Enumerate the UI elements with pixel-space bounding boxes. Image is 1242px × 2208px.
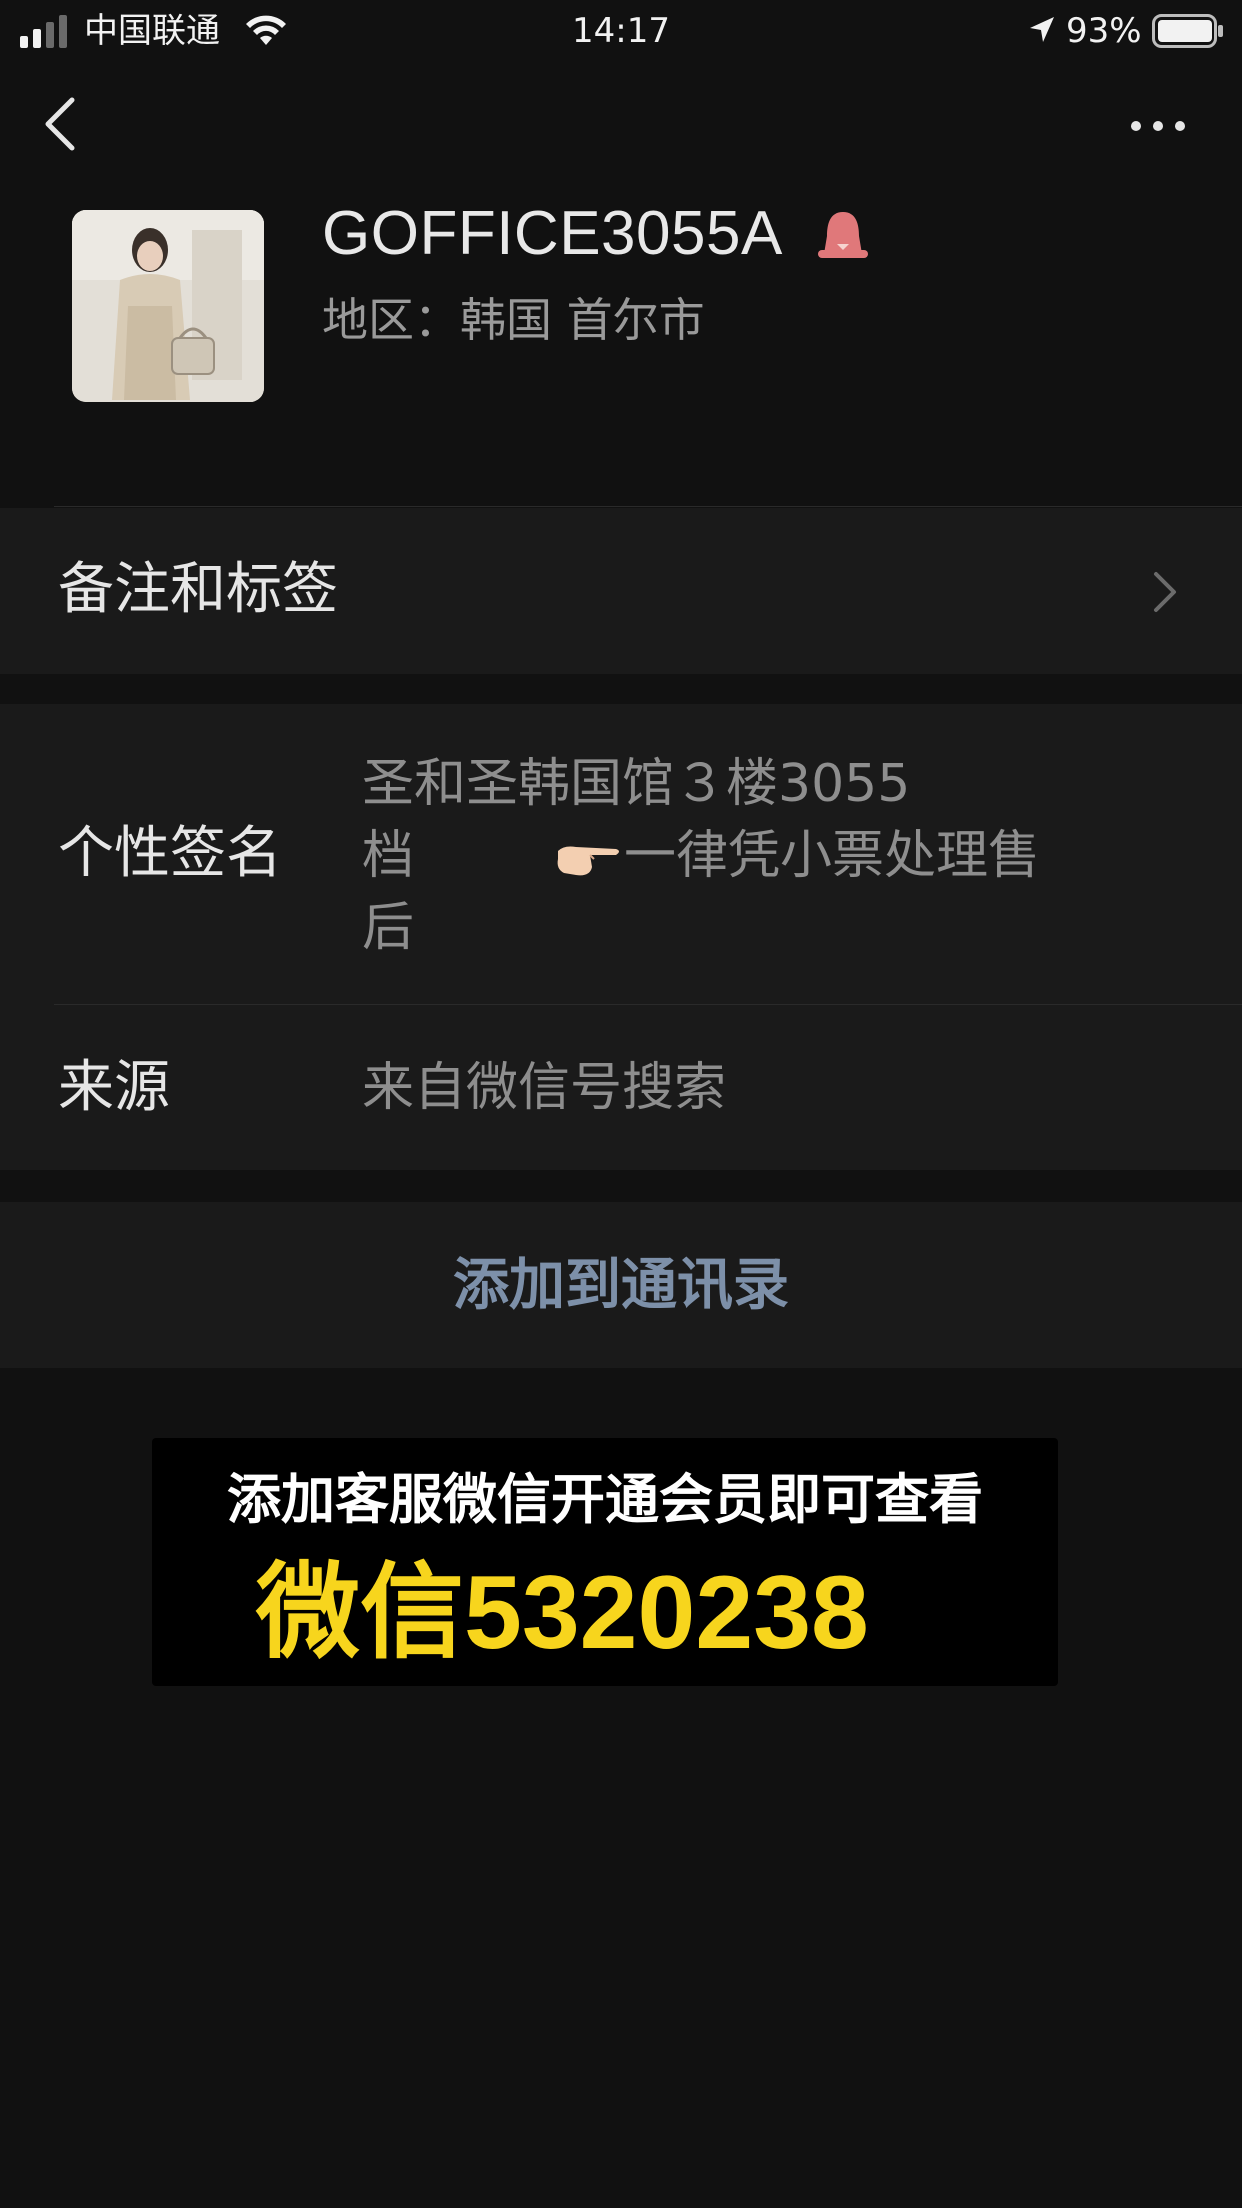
- signature-line-2b: 一律凭小票处理售: [624, 826, 1041, 886]
- point-right-emoji: [557, 846, 620, 876]
- signature-line-2: 档 一律凭小票处理售: [362, 820, 1142, 892]
- status-bar: 中国联通 14:17 93%: [0, 0, 1242, 62]
- divider: [54, 506, 1242, 507]
- avatar-image: [72, 210, 264, 402]
- female-icon: [818, 212, 868, 258]
- avatar[interactable]: [72, 210, 264, 402]
- location-arrow-icon: [1030, 17, 1054, 42]
- chevron-right-icon: [1154, 572, 1176, 612]
- signature-line-1: 圣和圣韩国馆３楼3055: [362, 754, 911, 814]
- signature-line-3: 后: [362, 898, 415, 958]
- more-button[interactable]: [1128, 112, 1188, 140]
- nickname: GOFFICE3055A: [322, 199, 783, 268]
- add-to-contacts-button[interactable]: 添加到通讯录: [0, 1244, 1242, 1328]
- source-value: 来自微信号搜索: [362, 1058, 727, 1118]
- battery-icon: [1152, 14, 1223, 48]
- divider: [54, 1004, 1242, 1005]
- banner-line-1: 添加客服微信开通会员即可查看: [227, 1468, 983, 1531]
- battery-percent: 93%: [1066, 11, 1142, 51]
- banner-line-2: 微信5320238: [256, 1555, 869, 1671]
- region-text: 地区：韩国 首尔市: [322, 293, 705, 347]
- signature-value: 圣和圣韩国馆３楼3055 档 一律凭小票处理售 后: [362, 748, 1142, 964]
- signature-line-2a: 档: [362, 826, 415, 886]
- promo-banner: 添加客服微信开通会员即可查看 微信5320238: [152, 1438, 1058, 1686]
- remark-tags-label: 备注和标签: [58, 557, 338, 622]
- source-label: 来源: [58, 1055, 170, 1120]
- signature-label: 个性签名: [58, 821, 282, 886]
- back-button[interactable]: [40, 92, 80, 156]
